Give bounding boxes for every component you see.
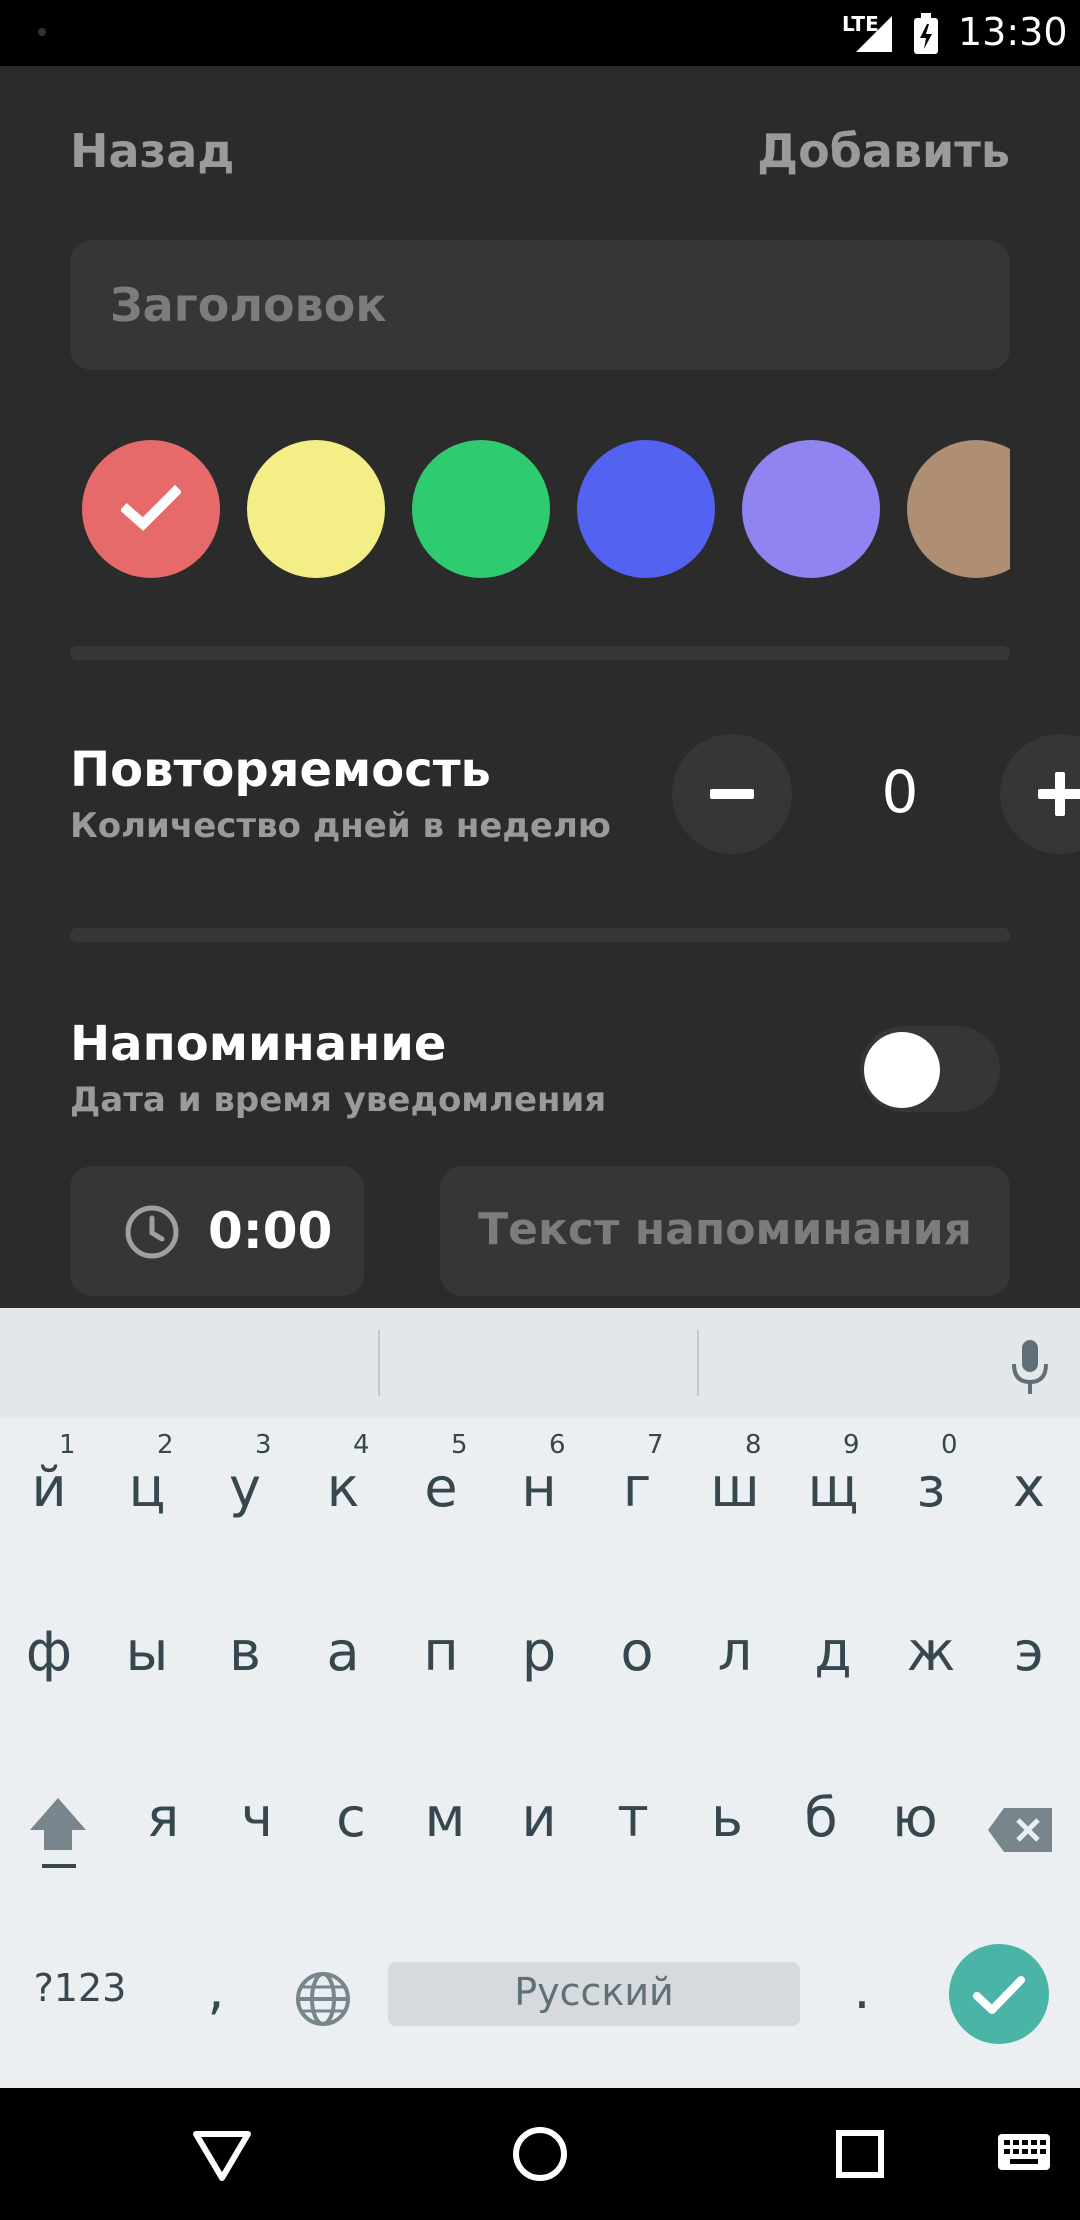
- key[interactable]: г: [588, 1456, 686, 1519]
- key[interactable]: о: [588, 1620, 686, 1683]
- navigation-bar: [0, 2088, 1080, 2220]
- key[interactable]: л: [686, 1620, 784, 1683]
- globe-icon[interactable]: [294, 1970, 352, 2028]
- repeat-title: Повторяемость: [70, 742, 491, 798]
- key-number-hint: 4: [353, 1430, 370, 1460]
- key[interactable]: м: [398, 1786, 492, 1849]
- key[interactable]: щ: [784, 1456, 882, 1519]
- checkmark-icon: [973, 1976, 1025, 2014]
- color-swatch[interactable]: [577, 440, 715, 578]
- key[interactable]: ь: [680, 1786, 774, 1849]
- color-swatch[interactable]: [247, 440, 385, 578]
- time-picker-button[interactable]: 0:00: [70, 1166, 364, 1296]
- minus-icon: [710, 789, 754, 799]
- back-button[interactable]: Назад: [70, 124, 234, 178]
- nav-back-icon[interactable]: [192, 2130, 252, 2182]
- key[interactable]: ц: [98, 1456, 196, 1519]
- key[interactable]: х: [980, 1456, 1078, 1519]
- key[interactable]: д: [784, 1620, 882, 1683]
- reminder-time: 0:00: [208, 1202, 333, 1260]
- key[interactable]: к: [294, 1456, 392, 1519]
- key-number-hint: 8: [745, 1430, 762, 1460]
- toggle-knob: [864, 1032, 940, 1108]
- decrement-button[interactable]: [672, 734, 792, 854]
- plus-icon: [1038, 772, 1080, 816]
- key[interactable]: ш: [686, 1456, 784, 1519]
- key[interactable]: и: [492, 1786, 586, 1849]
- shift-icon[interactable]: [24, 1794, 94, 1874]
- key[interactable]: т: [586, 1786, 680, 1849]
- nav-keyboard-icon[interactable]: [996, 2132, 1052, 2176]
- key[interactable]: с: [304, 1786, 398, 1849]
- key-number-hint: 5: [451, 1430, 468, 1460]
- space-key[interactable]: Русский: [388, 1962, 800, 2026]
- key-number-hint: 3: [255, 1430, 272, 1460]
- key[interactable]: е: [392, 1456, 490, 1519]
- nav-recents-icon[interactable]: [834, 2128, 886, 2180]
- divider: [70, 646, 1010, 660]
- color-swatch[interactable]: [412, 440, 550, 578]
- signal-icon: [856, 16, 892, 52]
- key[interactable]: б: [774, 1786, 868, 1849]
- suggestion-divider: [378, 1330, 380, 1396]
- comma-key[interactable]: ,: [186, 1958, 246, 2021]
- key[interactable]: ы: [98, 1620, 196, 1683]
- key[interactable]: ф: [0, 1620, 98, 1683]
- key[interactable]: з: [882, 1456, 980, 1519]
- reminder-toggle[interactable]: [860, 1026, 1000, 1112]
- repeat-count: 0: [881, 758, 919, 826]
- suggestion-bar: [0, 1308, 1080, 1418]
- key-number-hint: 7: [647, 1430, 664, 1460]
- key[interactable]: п: [392, 1620, 490, 1683]
- key-number-hint: 9: [843, 1430, 860, 1460]
- nav-home-icon[interactable]: [512, 2126, 568, 2182]
- key-number-hint: 6: [549, 1430, 566, 1460]
- microphone-icon[interactable]: [1006, 1338, 1054, 1398]
- notification-dot: [38, 28, 46, 36]
- key[interactable]: ж: [882, 1620, 980, 1683]
- key-number-hint: 0: [941, 1430, 958, 1460]
- key[interactable]: й: [0, 1456, 98, 1519]
- divider: [70, 928, 1010, 942]
- color-picker: [70, 438, 1010, 580]
- space-key-label: Русский: [514, 1970, 674, 2014]
- key[interactable]: ю: [868, 1786, 962, 1849]
- backspace-icon[interactable]: [986, 1804, 1056, 1856]
- key[interactable]: ч: [210, 1786, 304, 1849]
- color-swatch[interactable]: [907, 440, 1010, 578]
- reminder-text-placeholder: Текст напоминания: [478, 1204, 972, 1255]
- enter-key[interactable]: [949, 1944, 1049, 2044]
- clock-icon: [125, 1205, 179, 1259]
- color-swatch[interactable]: [82, 440, 220, 578]
- clock: 13:30: [958, 10, 1068, 54]
- title-input[interactable]: Заголовок: [70, 240, 1010, 370]
- soft-keyboard: й1ц2у3к4е5н6г7ш8щ9з0х фывапролджэ ячсмит…: [0, 1308, 1080, 2088]
- status-bar: LTE 13:30: [0, 0, 1080, 66]
- key[interactable]: я: [116, 1786, 210, 1849]
- add-button[interactable]: Добавить: [757, 124, 1010, 178]
- suggestion-divider: [697, 1330, 699, 1396]
- battery-charging-icon: [914, 13, 938, 54]
- reminder-subtitle: Дата и время уведомления: [70, 1080, 607, 1120]
- key[interactable]: р: [490, 1620, 588, 1683]
- reminder-text-input[interactable]: Текст напоминания: [440, 1166, 1010, 1296]
- key[interactable]: э: [980, 1620, 1078, 1683]
- period-key[interactable]: .: [832, 1958, 892, 2021]
- key[interactable]: а: [294, 1620, 392, 1683]
- symbols-key[interactable]: ?123: [20, 1966, 140, 2010]
- title-placeholder: Заголовок: [110, 278, 387, 332]
- color-swatch[interactable]: [742, 440, 880, 578]
- repeat-subtitle: Количество дней в неделю: [70, 806, 611, 846]
- key[interactable]: в: [196, 1620, 294, 1683]
- key-number-hint: 2: [157, 1430, 174, 1460]
- check-icon: [121, 484, 181, 531]
- key[interactable]: н: [490, 1456, 588, 1519]
- key[interactable]: у: [196, 1456, 294, 1519]
- increment-button[interactable]: [1000, 734, 1080, 854]
- reminder-title: Напоминание: [70, 1016, 447, 1072]
- key-number-hint: 1: [59, 1430, 76, 1460]
